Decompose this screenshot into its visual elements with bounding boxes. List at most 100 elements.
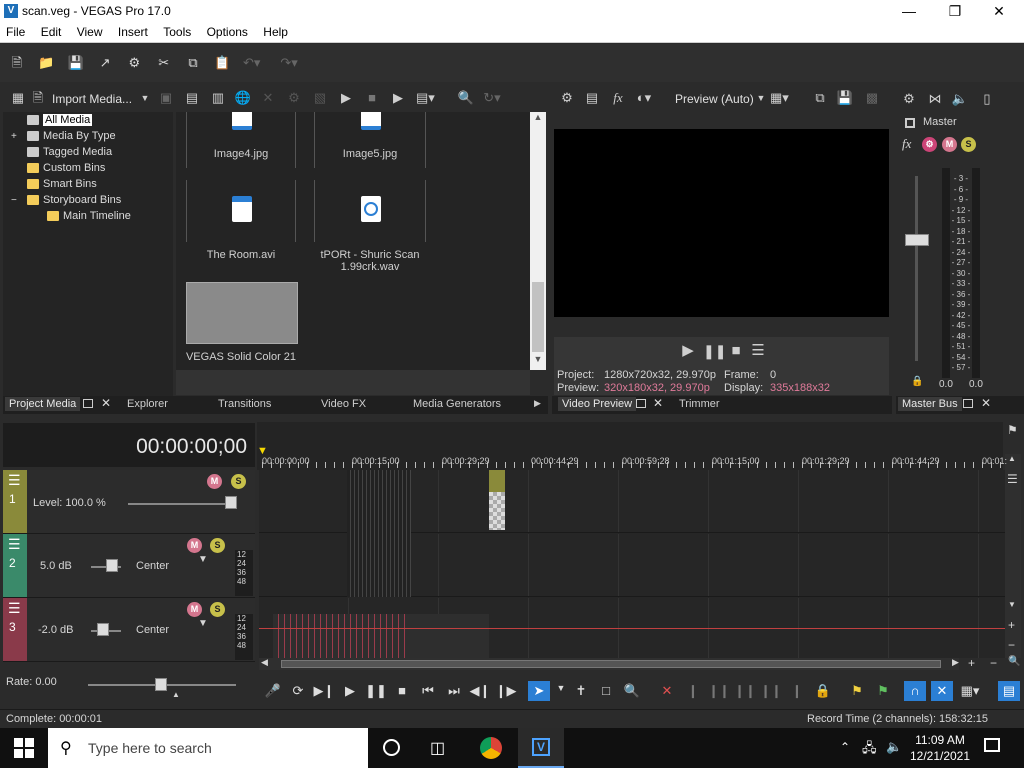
- import-dropdown-icon[interactable]: ▼: [136, 89, 154, 107]
- redo-icon[interactable]: ↷▾: [276, 52, 302, 74]
- stop-media-icon[interactable]: ■: [363, 89, 381, 107]
- tab-project-media[interactable]: Project Media: [5, 397, 81, 411]
- tab-scroll-right-icon[interactable]: ▶: [534, 398, 541, 409]
- minimize-button[interactable]: —: [886, 0, 932, 23]
- mute-icon[interactable]: M: [207, 474, 222, 489]
- media-menu-icon[interactable]: ▦: [9, 89, 27, 107]
- clock[interactable]: 11:09 AM 12/21/2021: [906, 731, 974, 765]
- fx-icon[interactable]: fx: [609, 89, 627, 107]
- tab-video-fx[interactable]: Video FX: [321, 398, 366, 410]
- menu-file[interactable]: File: [0, 23, 31, 39]
- master-mute-icon[interactable]: M: [942, 137, 957, 152]
- extract-audio-icon[interactable]: ▥: [209, 89, 227, 107]
- preview-quality-arrow-icon[interactable]: ▼: [752, 89, 770, 107]
- loop-icon[interactable]: ⟳: [287, 683, 309, 699]
- media-item-wav[interactable]: [314, 180, 426, 242]
- tree-item-storyboard-bins[interactable]: − Storyboard Bins: [11, 194, 121, 206]
- tab-video-preview[interactable]: Video Preview: [558, 397, 637, 411]
- settings-icon[interactable]: ⚙: [121, 52, 147, 74]
- master-fx-chain-icon[interactable]: ⚙: [922, 137, 937, 152]
- tree-item-main-timeline[interactable]: Main Timeline: [47, 210, 131, 222]
- copy-icon[interactable]: ⧉: [180, 52, 206, 74]
- track-menu-icon[interactable]: ☰: [8, 536, 21, 553]
- normal-edit-tool-icon[interactable]: ➤: [528, 681, 550, 701]
- split-trim-icon[interactable]: ❙: [786, 683, 808, 699]
- dim-output-icon[interactable]: 🔈: [951, 90, 969, 108]
- cortana-icon[interactable]: [383, 739, 400, 756]
- pause-icon[interactable]: ❚❚: [365, 683, 387, 699]
- record-icon[interactable]: 🎤: [262, 683, 284, 699]
- preview-device-icon[interactable]: ▤: [583, 89, 601, 107]
- preview-extra-icon[interactable]: ▩: [863, 89, 881, 107]
- overlays-grid-icon[interactable]: ▦▾: [770, 89, 789, 107]
- hscroll-right-icon[interactable]: ▶: [952, 657, 959, 668]
- stop-icon[interactable]: ■: [391, 683, 413, 698]
- mute-icon[interactable]: M: [187, 538, 202, 553]
- get-media-icon[interactable]: ▤: [183, 89, 201, 107]
- timeline-vscroll[interactable]: ▲ ☰ ▼ + −: [1005, 454, 1021, 658]
- preview-menu-icon[interactable]: ☰: [749, 342, 767, 360]
- scroll-up-icon[interactable]: ▲: [530, 112, 546, 126]
- menu-view[interactable]: View: [71, 23, 109, 39]
- auto-ripple-icon[interactable]: ▦▾: [959, 683, 981, 699]
- volume-icon[interactable]: 🔈: [886, 739, 902, 755]
- menu-edit[interactable]: Edit: [35, 23, 68, 39]
- network-icon[interactable]: 🖧: [862, 739, 877, 761]
- refresh-icon[interactable]: ↻▾: [483, 89, 501, 107]
- collapse-icon[interactable]: −: [11, 195, 23, 206]
- maximize-button[interactable]: ❐: [932, 0, 978, 23]
- undock-icon[interactable]: [83, 399, 93, 408]
- volume-envelope-line[interactable]: [259, 628, 1005, 629]
- zoom-in-icon[interactable]: +: [968, 656, 975, 670]
- volume-slider-handle[interactable]: [106, 559, 118, 572]
- close-tab-icon[interactable]: ✕: [101, 396, 111, 410]
- close-tab-icon[interactable]: ✕: [981, 396, 991, 410]
- undock-icon[interactable]: [963, 399, 973, 408]
- current-time[interactable]: 00:00:00;00: [136, 435, 247, 459]
- trim-start-icon[interactable]: ❙❙: [708, 683, 730, 699]
- tab-transitions[interactable]: Transitions: [218, 398, 271, 410]
- preview-pause-icon[interactable]: ❚❚: [703, 342, 726, 360]
- track-header-2[interactable]: ☰ 2 M S 5.0 dB Center ▼ 12 24 36 48: [3, 534, 255, 598]
- go-to-start-icon[interactable]: ⏮: [417, 683, 439, 699]
- track-menu-icon[interactable]: ☰: [8, 600, 21, 617]
- hscroll-left-icon[interactable]: ◀: [261, 657, 268, 668]
- hscroll-thumb[interactable]: [281, 660, 941, 668]
- go-to-end-icon[interactable]: ⏭: [443, 683, 465, 699]
- preview-stop-icon[interactable]: ■: [727, 342, 745, 360]
- solo-icon[interactable]: S: [231, 474, 246, 489]
- tree-item-media-by-type[interactable]: + Media By Type: [11, 130, 116, 142]
- vscroll-menu-icon[interactable]: ☰: [1007, 472, 1018, 486]
- selection-tool-icon[interactable]: □: [595, 683, 617, 698]
- menu-options[interactable]: Options: [201, 23, 254, 39]
- mixer-icon[interactable]: ▯: [978, 90, 996, 108]
- play-from-start-icon[interactable]: ▶❙: [313, 683, 335, 699]
- pan-dropdown-icon[interactable]: ▼: [198, 618, 208, 629]
- zoom-out-vertical-icon[interactable]: −: [1008, 638, 1015, 652]
- tree-item-custom-bins[interactable]: Custom Bins: [27, 162, 105, 174]
- tab-trimmer[interactable]: Trimmer: [679, 398, 720, 410]
- media-fx-icon[interactable]: ⚙: [285, 89, 303, 107]
- zoom-tool-icon[interactable]: 🔍: [1008, 656, 1020, 667]
- new-file-icon[interactable]: 🗎: [4, 52, 30, 74]
- tab-explorer[interactable]: Explorer: [127, 398, 168, 410]
- paste-icon[interactable]: 📋: [209, 52, 235, 74]
- zoom-in-vertical-icon[interactable]: +: [1008, 618, 1015, 632]
- pan-dropdown-icon[interactable]: ▼: [198, 554, 208, 565]
- search-icon[interactable]: 🔍: [457, 89, 475, 107]
- lock-envelopes-icon[interactable]: ▤: [998, 681, 1020, 701]
- vegas-taskbar-icon[interactable]: V: [518, 728, 564, 768]
- tree-item-all-media[interactable]: All Media: [27, 114, 93, 126]
- snapping-icon[interactable]: ∩: [904, 681, 926, 701]
- envelope-tool-icon[interactable]: ✝: [570, 683, 592, 699]
- capture-icon[interactable]: ▣: [157, 89, 175, 107]
- play-media-icon[interactable]: ▶: [337, 89, 355, 107]
- next-frame-icon[interactable]: ❙▶: [495, 683, 517, 699]
- remove-media-icon[interactable]: ✕: [259, 89, 277, 107]
- vscroll-down-icon[interactable]: ▼: [1008, 600, 1016, 609]
- web-media-icon[interactable]: 🌐: [234, 89, 252, 107]
- preview-play-icon[interactable]: ▶: [679, 342, 697, 360]
- play-icon[interactable]: ▶: [339, 683, 361, 699]
- cut-icon[interactable]: ✂: [151, 52, 177, 74]
- search-box[interactable]: ⚲ Type here to search: [48, 728, 368, 768]
